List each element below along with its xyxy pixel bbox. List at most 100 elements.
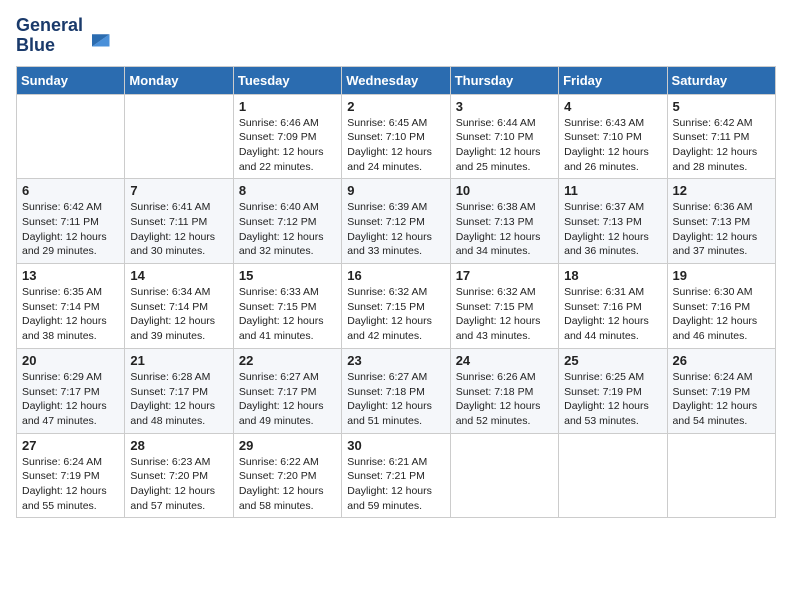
calendar-cell <box>450 433 558 518</box>
calendar-cell: 14 Sunrise: 6:34 AMSunset: 7:14 PMDayligh… <box>125 264 233 349</box>
day-info: Sunrise: 6:23 AMSunset: 7:20 PMDaylight:… <box>130 455 227 514</box>
day-number: 18 <box>564 268 661 283</box>
day-info: Sunrise: 6:25 AMSunset: 7:19 PMDaylight:… <box>564 370 661 429</box>
calendar-cell: 19 Sunrise: 6:30 AMSunset: 7:16 PMDayligh… <box>667 264 775 349</box>
day-info: Sunrise: 6:45 AMSunset: 7:10 PMDaylight:… <box>347 116 444 175</box>
day-info: Sunrise: 6:36 AMSunset: 7:13 PMDaylight:… <box>673 200 770 259</box>
day-info: Sunrise: 6:24 AMSunset: 7:19 PMDaylight:… <box>673 370 770 429</box>
day-info: Sunrise: 6:27 AMSunset: 7:18 PMDaylight:… <box>347 370 444 429</box>
day-info: Sunrise: 6:44 AMSunset: 7:10 PMDaylight:… <box>456 116 553 175</box>
calendar-cell <box>559 433 667 518</box>
calendar-cell: 9 Sunrise: 6:39 AMSunset: 7:12 PMDaylight… <box>342 179 450 264</box>
calendar-cell: 6 Sunrise: 6:42 AMSunset: 7:11 PMDaylight… <box>17 179 125 264</box>
calendar-cell: 11Sunrise: 6:37 AMSunset: 7:13 PMDayligh… <box>559 179 667 264</box>
calendar-cell: 20 Sunrise: 6:29 AMSunset: 7:17 PMDayligh… <box>17 348 125 433</box>
day-info: Sunrise: 6:31 AMSunset: 7:16 PMDaylight:… <box>564 285 661 344</box>
calendar-cell: 1 Sunrise: 6:46 AMSunset: 7:09 PMDaylight… <box>233 94 341 179</box>
day-number: 28 <box>130 438 227 453</box>
calendar-cell: 21 Sunrise: 6:28 AMSunset: 7:17 PMDayligh… <box>125 348 233 433</box>
weekday-header: Monday <box>125 66 233 94</box>
day-number: 13 <box>22 268 119 283</box>
calendar-week-row: 1 Sunrise: 6:46 AMSunset: 7:09 PMDaylight… <box>17 94 776 179</box>
calendar-cell: 13 Sunrise: 6:35 AMSunset: 7:14 PMDayligh… <box>17 264 125 349</box>
day-info: Sunrise: 6:40 AMSunset: 7:12 PMDaylight:… <box>239 200 336 259</box>
day-number: 27 <box>22 438 119 453</box>
day-number: 16 <box>347 268 444 283</box>
day-number: 24 <box>456 353 553 368</box>
logo-text: General Blue <box>16 16 83 56</box>
day-number: 15 <box>239 268 336 283</box>
calendar-cell: 23 Sunrise: 6:27 AMSunset: 7:18 PMDayligh… <box>342 348 450 433</box>
calendar-week-row: 6 Sunrise: 6:42 AMSunset: 7:11 PMDaylight… <box>17 179 776 264</box>
day-number: 1 <box>239 99 336 114</box>
day-info: Sunrise: 6:46 AMSunset: 7:09 PMDaylight:… <box>239 116 336 175</box>
weekday-header: Sunday <box>17 66 125 94</box>
weekday-header-row: SundayMondayTuesdayWednesdayThursdayFrid… <box>17 66 776 94</box>
day-number: 25 <box>564 353 661 368</box>
day-info: Sunrise: 6:41 AMSunset: 7:11 PMDaylight:… <box>130 200 227 259</box>
calendar-week-row: 27 Sunrise: 6:24 AMSunset: 7:19 PMDayligh… <box>17 433 776 518</box>
day-info: Sunrise: 6:37 AMSunset: 7:13 PMDaylight:… <box>564 200 661 259</box>
day-info: Sunrise: 6:22 AMSunset: 7:20 PMDaylight:… <box>239 455 336 514</box>
day-number: 30 <box>347 438 444 453</box>
day-info: Sunrise: 6:33 AMSunset: 7:15 PMDaylight:… <box>239 285 336 344</box>
day-info: Sunrise: 6:35 AMSunset: 7:14 PMDaylight:… <box>22 285 119 344</box>
day-number: 8 <box>239 183 336 198</box>
day-number: 20 <box>22 353 119 368</box>
calendar-cell: 28 Sunrise: 6:23 AMSunset: 7:20 PMDayligh… <box>125 433 233 518</box>
weekday-header: Saturday <box>667 66 775 94</box>
day-number: 10 <box>456 183 553 198</box>
calendar-cell: 16Sunrise: 6:32 AMSunset: 7:15 PMDayligh… <box>342 264 450 349</box>
calendar-cell: 4Sunrise: 6:43 AMSunset: 7:10 PMDaylight… <box>559 94 667 179</box>
day-number: 2 <box>347 99 444 114</box>
calendar-cell: 15 Sunrise: 6:33 AMSunset: 7:15 PMDayligh… <box>233 264 341 349</box>
day-info: Sunrise: 6:30 AMSunset: 7:16 PMDaylight:… <box>673 285 770 344</box>
calendar-cell: 3 Sunrise: 6:44 AMSunset: 7:10 PMDaylight… <box>450 94 558 179</box>
calendar-cell: 10Sunrise: 6:38 AMSunset: 7:13 PMDayligh… <box>450 179 558 264</box>
calendar-cell <box>667 433 775 518</box>
day-info: Sunrise: 6:34 AMSunset: 7:14 PMDaylight:… <box>130 285 227 344</box>
calendar-cell: 22Sunrise: 6:27 AMSunset: 7:17 PMDayligh… <box>233 348 341 433</box>
day-number: 5 <box>673 99 770 114</box>
day-number: 19 <box>673 268 770 283</box>
calendar-cell: 18 Sunrise: 6:31 AMSunset: 7:16 PMDayligh… <box>559 264 667 349</box>
day-info: Sunrise: 6:28 AMSunset: 7:17 PMDaylight:… <box>130 370 227 429</box>
calendar-cell: 24 Sunrise: 6:26 AMSunset: 7:18 PMDayligh… <box>450 348 558 433</box>
calendar-cell: 7Sunrise: 6:41 AMSunset: 7:11 PMDaylight… <box>125 179 233 264</box>
logo-icon <box>85 22 113 50</box>
day-info: Sunrise: 6:32 AMSunset: 7:15 PMDaylight:… <box>456 285 553 344</box>
day-info: Sunrise: 6:39 AMSunset: 7:12 PMDaylight:… <box>347 200 444 259</box>
calendar-week-row: 20 Sunrise: 6:29 AMSunset: 7:17 PMDayligh… <box>17 348 776 433</box>
calendar-cell: 27 Sunrise: 6:24 AMSunset: 7:19 PMDayligh… <box>17 433 125 518</box>
day-number: 6 <box>22 183 119 198</box>
day-number: 23 <box>347 353 444 368</box>
day-info: Sunrise: 6:26 AMSunset: 7:18 PMDaylight:… <box>456 370 553 429</box>
day-number: 9 <box>347 183 444 198</box>
day-number: 17 <box>456 268 553 283</box>
calendar-cell: 26 Sunrise: 6:24 AMSunset: 7:19 PMDayligh… <box>667 348 775 433</box>
day-number: 26 <box>673 353 770 368</box>
weekday-header: Friday <box>559 66 667 94</box>
day-info: Sunrise: 6:42 AMSunset: 7:11 PMDaylight:… <box>22 200 119 259</box>
calendar-cell: 8 Sunrise: 6:40 AMSunset: 7:12 PMDaylight… <box>233 179 341 264</box>
calendar-cell <box>125 94 233 179</box>
calendar-cell: 5 Sunrise: 6:42 AMSunset: 7:11 PMDaylight… <box>667 94 775 179</box>
calendar-cell <box>17 94 125 179</box>
weekday-header: Wednesday <box>342 66 450 94</box>
calendar-table: SundayMondayTuesdayWednesdayThursdayFrid… <box>16 66 776 519</box>
day-number: 21 <box>130 353 227 368</box>
day-info: Sunrise: 6:27 AMSunset: 7:17 PMDaylight:… <box>239 370 336 429</box>
day-info: Sunrise: 6:29 AMSunset: 7:17 PMDaylight:… <box>22 370 119 429</box>
day-number: 14 <box>130 268 227 283</box>
weekday-header: Thursday <box>450 66 558 94</box>
day-info: Sunrise: 6:24 AMSunset: 7:19 PMDaylight:… <box>22 455 119 514</box>
calendar-cell: 17 Sunrise: 6:32 AMSunset: 7:15 PMDayligh… <box>450 264 558 349</box>
calendar-cell: 25 Sunrise: 6:25 AMSunset: 7:19 PMDayligh… <box>559 348 667 433</box>
day-number: 3 <box>456 99 553 114</box>
day-number: 12 <box>673 183 770 198</box>
calendar-cell: 30Sunrise: 6:21 AMSunset: 7:21 PMDayligh… <box>342 433 450 518</box>
calendar-week-row: 13 Sunrise: 6:35 AMSunset: 7:14 PMDayligh… <box>17 264 776 349</box>
calendar-cell: 29Sunrise: 6:22 AMSunset: 7:20 PMDayligh… <box>233 433 341 518</box>
day-info: Sunrise: 6:42 AMSunset: 7:11 PMDaylight:… <box>673 116 770 175</box>
day-number: 4 <box>564 99 661 114</box>
